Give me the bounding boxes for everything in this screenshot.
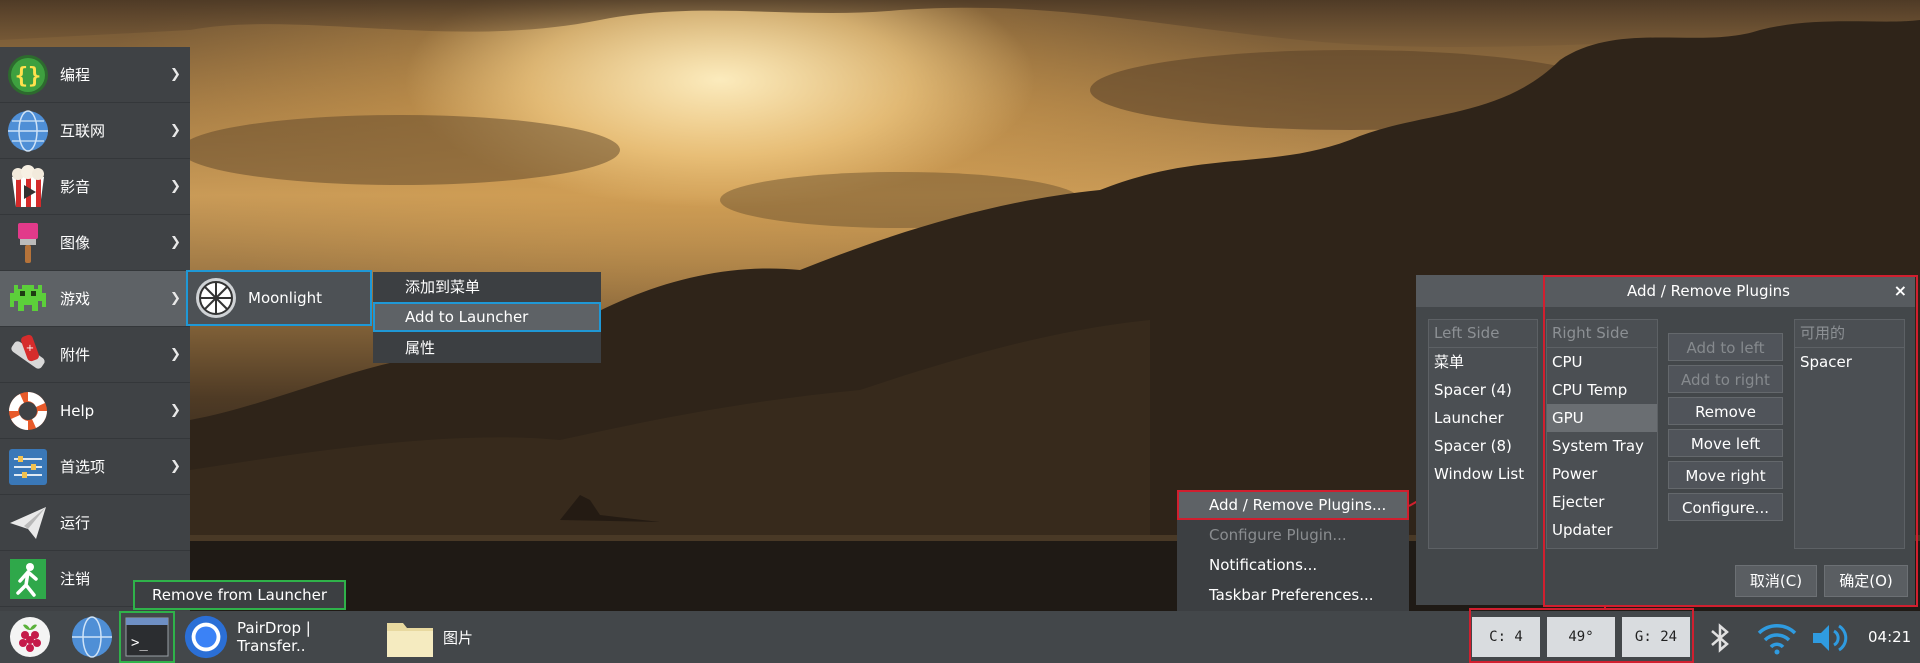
menu-item-help[interactable]: Help ❯ [0, 383, 190, 439]
list-item[interactable]: Spacer (8) [1429, 432, 1537, 460]
list-item[interactable]: 菜单 [1429, 348, 1537, 376]
launcher-context-menu: 添加到菜单 Add to Launcher 属性 [373, 272, 601, 363]
add-to-launcher-item[interactable]: Add to Launcher [373, 302, 601, 332]
sound-video-icon [12, 165, 44, 207]
programming-icon: {} [8, 55, 48, 95]
games-icon [10, 285, 46, 311]
chevron-right-icon: ❯ [170, 459, 181, 474]
terminal-launcher[interactable]: >_ [119, 611, 175, 663]
task-button-pictures[interactable]: 图片 [385, 611, 475, 663]
chromium-icon [184, 615, 228, 659]
chevron-right-icon: ❯ [170, 235, 181, 250]
menu-item-label: 首选项 [60, 458, 106, 476]
list-item[interactable]: Launcher [1429, 404, 1537, 432]
menu-item-run[interactable]: 运行 [0, 495, 190, 551]
list-item[interactable]: Window List [1429, 460, 1537, 488]
graphics-icon [18, 223, 38, 263]
chevron-right-icon: ❯ [170, 403, 181, 418]
task-button-label: 图片 [443, 628, 474, 647]
notifications-item[interactable]: Notifications... [1177, 550, 1409, 580]
chevron-right-icon: ❯ [170, 347, 181, 362]
volume-icon[interactable] [1810, 621, 1852, 655]
task-button-label: PairDrop | Transfer.. [237, 619, 311, 655]
remove-from-launcher-item[interactable]: Remove from Launcher [133, 580, 346, 610]
menu-item-label: 编程 [60, 66, 91, 84]
configure-plugin-item[interactable]: Configure Plugin... [1177, 520, 1409, 550]
add-to-menu-item[interactable]: 添加到菜单 [373, 272, 601, 302]
annotation-highlight-box [1543, 275, 1918, 607]
menu-item-label: 注销 [60, 570, 91, 588]
task-button-pairdrop[interactable]: PairDrop | Transfer.. [183, 611, 378, 663]
accessories-icon: + [11, 334, 45, 369]
menu-item-programming[interactable]: {} 编程 ❯ [0, 47, 190, 103]
annotation-highlight-box [1469, 608, 1694, 663]
folder-icon [387, 623, 433, 657]
logout-icon [10, 559, 46, 599]
submenu-item-moonlight[interactable]: Moonlight [188, 272, 370, 324]
menu-item-label: 游戏 [60, 290, 91, 308]
menu-item-label: 附件 [60, 346, 91, 364]
left-side-header: Left Side [1429, 320, 1537, 348]
wifi-icon[interactable] [1755, 621, 1799, 655]
menu-item-graphics[interactable]: 图像 ❯ [0, 215, 190, 271]
bluetooth-icon[interactable] [1705, 622, 1735, 654]
submenu-item-label: Moonlight [248, 289, 323, 307]
svg-text:>_: >_ [131, 635, 148, 651]
browser-globe-icon[interactable] [70, 615, 114, 659]
menu-item-accessories[interactable]: + 附件 ❯ [0, 327, 190, 383]
chevron-right-icon: ❯ [170, 67, 181, 82]
add-remove-plugins-item[interactable]: Add / Remove Plugins... [1177, 490, 1409, 520]
menu-item-label: 互联网 [60, 122, 106, 140]
run-icon [10, 507, 46, 539]
menu-item-internet[interactable]: 互联网 ❯ [0, 103, 190, 159]
panel-context-menu: Add / Remove Plugins... Configure Plugin… [1177, 490, 1409, 611]
list-item[interactable]: Spacer (4) [1429, 376, 1537, 404]
menu-item-label: 图像 [60, 234, 91, 252]
clock[interactable]: 04:21 [1868, 611, 1911, 663]
left-side-list: Left Side 菜单 Spacer (4) Launcher Spacer … [1428, 319, 1538, 549]
menu-item-label: Help [60, 402, 95, 420]
games-submenu: Moonlight [186, 270, 372, 326]
help-lifebuoy-icon [9, 392, 47, 430]
menu-item-label: 影音 [60, 178, 91, 196]
moonlight-icon [196, 278, 236, 318]
menu-item-sound-video[interactable]: 影音 ❯ [0, 159, 190, 215]
terminal-icon: >_ [125, 617, 169, 657]
menu-item-games[interactable]: 游戏 ❯ [0, 271, 190, 327]
raspberry-menu-icon[interactable] [8, 615, 52, 659]
svg-text:+: + [26, 343, 34, 354]
svg-text:{}: {} [15, 64, 42, 89]
internet-globe-icon [8, 110, 48, 152]
menu-item-label: 运行 [60, 514, 91, 532]
chevron-right-icon: ❯ [170, 123, 181, 138]
preferences-icon [9, 449, 47, 485]
taskbar-preferences-item[interactable]: Taskbar Preferences... [1177, 580, 1409, 610]
chevron-right-icon: ❯ [170, 179, 181, 194]
chevron-right-icon: ❯ [170, 291, 181, 306]
application-menu: {} 编程 ❯ 互联网 ❯ 影音 ❯ 图像 ❯ 游戏 ❯ + 附件 ❯ Help… [0, 47, 190, 611]
properties-item[interactable]: 属性 [373, 333, 601, 363]
menu-item-preferences[interactable]: 首选项 ❯ [0, 439, 190, 495]
